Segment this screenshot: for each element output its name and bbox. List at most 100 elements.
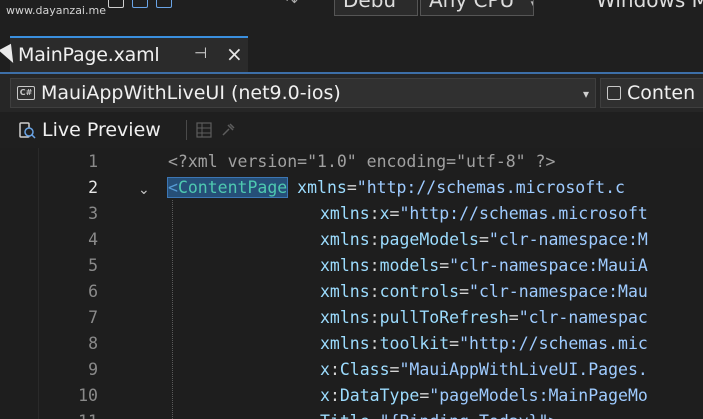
new-file-icon[interactable] xyxy=(108,0,124,8)
equals-sign: = xyxy=(449,334,460,353)
attribute-value: "MauiAppWithLiveUI.Pages. xyxy=(399,360,648,379)
equals-sign: = xyxy=(346,178,357,197)
xml-declaration: <?xml version="1.0" encoding="utf-8" ?> xyxy=(168,152,556,171)
equals-sign: = xyxy=(389,204,400,223)
attribute-name: Class xyxy=(339,360,390,379)
grid-select-icon[interactable] xyxy=(196,122,212,138)
line-number: 4 xyxy=(88,230,98,249)
attribute-value: "{Binding Today}"> xyxy=(380,412,559,419)
namespace-colon: : xyxy=(369,256,380,275)
attribute-value: "clr-namespace:Mau xyxy=(469,282,648,301)
close-icon[interactable]: × xyxy=(226,42,243,66)
code-line[interactable]: Title="{Binding Today}"> xyxy=(320,412,558,419)
project-name: MauiAppWithLiveUI (net9.0-ios) xyxy=(41,82,341,104)
namespace-colon: : xyxy=(369,308,380,327)
line-number: 2 xyxy=(88,178,98,197)
attribute-name: pageModels xyxy=(379,230,479,249)
attribute-name: xmlns xyxy=(297,178,347,197)
code-line[interactable]: xmlns:models="clr-namespace:MauiA xyxy=(320,256,648,276)
line-number: 1 xyxy=(88,152,98,171)
tab-mainpage-xaml[interactable]: MainPage.xaml ⊣ × xyxy=(10,36,248,72)
save-all-icon[interactable] xyxy=(156,0,172,8)
line-number: 7 xyxy=(88,308,98,327)
namespace-prefix: xmlns xyxy=(320,308,370,327)
redo-arrow-icon[interactable]: ↷ xyxy=(286,0,298,10)
attribute-value: "clr-namespace:M xyxy=(488,230,648,249)
type-dropdown[interactable]: Conten xyxy=(600,78,703,108)
code-line[interactable]: x:DataType="pageModels:MainPageMo xyxy=(320,386,648,406)
save-icon[interactable] xyxy=(132,0,148,8)
class-icon xyxy=(607,86,621,100)
namespace-prefix: x xyxy=(320,360,330,379)
line-number: 8 xyxy=(88,334,98,353)
tab-title: MainPage.xaml xyxy=(18,44,160,66)
namespace-prefix: xmlns xyxy=(320,334,370,353)
toolbar-icons xyxy=(108,0,172,8)
tag-name: ContentPage xyxy=(177,178,288,197)
namespace-prefix: x xyxy=(320,386,330,405)
attribute-name: Title xyxy=(320,412,370,419)
visual-studio-window: www.dayanzai.me ↷ Debu Any CPU ▾ Windows… xyxy=(0,0,703,419)
indent-guide xyxy=(172,200,173,419)
namespace-colon: : xyxy=(329,360,340,379)
code-line[interactable]: x:Class="MauiAppWithLiveUI.Pages. xyxy=(320,360,648,380)
configuration-value: Debu xyxy=(343,0,397,12)
namespace-prefix: xmlns xyxy=(320,282,370,301)
attribute-value: "http://schemas.mic xyxy=(459,334,648,353)
equals-sign: = xyxy=(419,386,430,405)
code-line[interactable]: xmlns:controls="clr-namespace:Mau xyxy=(320,282,648,302)
configuration-dropdown[interactable]: Debu xyxy=(334,0,418,16)
debug-target-value: Windows M xyxy=(596,0,703,12)
code-editor[interactable]: ⌄ 1 <?xml version="1.0" encoding="utf-8" … xyxy=(0,148,703,419)
line-number: 5 xyxy=(88,256,98,275)
namespace-prefix: xmlns xyxy=(320,256,370,275)
code-line[interactable]: xmlns:x="http://schemas.microsoft xyxy=(320,204,648,224)
chevron-down-icon: ▾ xyxy=(531,0,533,10)
platform-value: Any CPU xyxy=(429,0,515,12)
line-number: 6 xyxy=(88,282,98,301)
live-preview-bar: Live Preview xyxy=(0,112,703,148)
hot-reload-tool-icon[interactable] xyxy=(220,122,236,138)
equals-sign: = xyxy=(370,412,380,419)
type-name: Conten xyxy=(627,82,696,104)
navigation-bar: C# MauiAppWithLiveUI (net9.0-ios) ▾ Cont… xyxy=(0,74,703,112)
debug-target-dropdown[interactable]: Windows M xyxy=(596,0,703,14)
collapse-chevron-icon[interactable]: ⌄ xyxy=(138,182,150,198)
namespace-prefix: xmlns xyxy=(320,230,370,249)
pin-icon[interactable]: ⊣ xyxy=(194,44,207,62)
line-number: 10 xyxy=(78,386,98,405)
watermark-text: www.dayanzai.me xyxy=(6,4,106,17)
equals-sign: = xyxy=(508,308,519,327)
attribute-name: controls xyxy=(379,282,460,301)
tag-open-bracket: < xyxy=(168,178,178,197)
glyph-margin xyxy=(10,148,39,419)
attribute-name: pullToRefresh xyxy=(379,308,509,327)
attribute-value: "http://schemas.microsoft.c xyxy=(356,178,625,197)
equals-sign: = xyxy=(478,230,489,249)
code-line[interactable]: xmlns:pullToRefresh="clr-namespac xyxy=(320,308,648,328)
equals-sign: = xyxy=(389,360,400,379)
code-line[interactable]: <ContentPage xmlns="http://schemas.micro… xyxy=(166,177,625,198)
line-number: 11 xyxy=(40,412,98,419)
code-line[interactable]: <?xml version="1.0" encoding="utf-8" ?> xyxy=(168,152,555,172)
line-number: 9 xyxy=(88,360,98,379)
csharp-project-icon: C# xyxy=(17,86,35,100)
document-tab-strip: MainPage.xaml ⊣ × xyxy=(0,34,703,74)
namespace-colon: : xyxy=(369,204,380,223)
code-line[interactable]: xmlns:toolkit="http://schemas.mic xyxy=(320,334,648,354)
attribute-name: x xyxy=(379,204,390,223)
namespace-colon: : xyxy=(369,230,380,249)
attribute-name: toolkit xyxy=(379,334,450,353)
equals-sign: = xyxy=(439,256,450,275)
platform-dropdown[interactable]: Any CPU ▾ xyxy=(420,0,534,16)
attribute-value: "clr-namespac xyxy=(518,308,648,327)
live-preview-icon[interactable] xyxy=(18,121,36,139)
code-line[interactable]: xmlns:pageModels="clr-namespace:M xyxy=(320,230,648,250)
equals-sign: = xyxy=(459,282,470,301)
namespace-colon: : xyxy=(369,282,380,301)
live-preview-button[interactable]: Live Preview xyxy=(42,119,161,141)
attribute-value: "clr-namespace:MauiA xyxy=(449,256,648,275)
project-dropdown[interactable]: C# MauiAppWithLiveUI (net9.0-ios) ▾ xyxy=(10,78,596,108)
attribute-name: DataType xyxy=(339,386,420,405)
attribute-value: "http://schemas.microsoft xyxy=(399,204,648,223)
